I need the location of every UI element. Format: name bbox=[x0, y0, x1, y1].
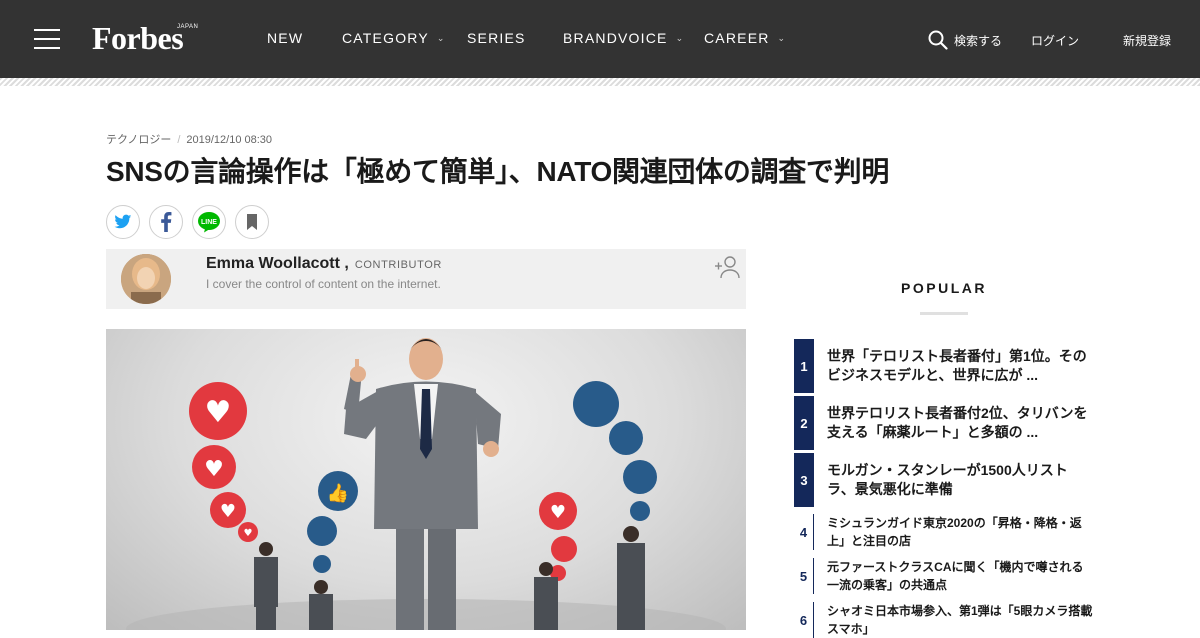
header-stripe-divider bbox=[0, 78, 1200, 86]
twitter-icon bbox=[114, 214, 132, 229]
popular-item-title: 元ファーストクラスCAに聞く「機内で噂される 一流の乗客」の共通点 bbox=[827, 560, 1084, 592]
popular-item-title: 世界テロリスト長者番付2位、タリバンを 支える「麻薬ルート」と多額の ... bbox=[827, 405, 1088, 440]
search-icon bbox=[928, 30, 948, 50]
svg-text:👍: 👍 bbox=[327, 482, 349, 504]
rank-number: 3 bbox=[794, 453, 814, 507]
nav-item-brandvoice[interactable]: BRANDVOICE ⌄ bbox=[563, 30, 684, 46]
author-name[interactable]: Emma Woollacott , CONTRIBUTOR bbox=[206, 255, 442, 273]
nav-label: BRANDVOICE bbox=[563, 30, 668, 46]
signup-link[interactable]: 新規登録 bbox=[1123, 32, 1171, 49]
popular-item-title: ミシュランガイド東京2020の「昇格・降格・返 上」と注目の店 bbox=[827, 516, 1082, 548]
like-icons-right bbox=[573, 381, 657, 521]
follow-author-button[interactable] bbox=[714, 255, 740, 284]
nav-item-category[interactable]: CATEGORY ⌄ bbox=[342, 30, 446, 46]
search-button[interactable]: 検索する bbox=[928, 30, 1002, 50]
hero-illustration: ♥ ♥ ♥ ♥ 👍 ♥ bbox=[126, 338, 726, 630]
svg-text:LINE: LINE bbox=[201, 219, 217, 226]
svg-text:♥: ♥ bbox=[550, 502, 566, 523]
nav-item-career[interactable]: CAREER ⌄ bbox=[704, 30, 786, 46]
author-name-text: Emma Woollacott , bbox=[206, 255, 349, 272]
like-icons-middle: 👍 bbox=[307, 471, 358, 573]
svg-text:♥: ♥ bbox=[244, 528, 253, 539]
author-role: CONTRIBUTOR bbox=[354, 259, 442, 271]
line-icon: LINE bbox=[198, 212, 220, 233]
chevron-down-icon: ⌄ bbox=[777, 33, 787, 43]
bookmark-button[interactable] bbox=[235, 205, 269, 239]
author-avatar[interactable] bbox=[121, 254, 171, 304]
nav-label: CATEGORY bbox=[342, 30, 429, 46]
businessman-figure bbox=[344, 338, 501, 630]
svg-text:♥: ♥ bbox=[205, 395, 232, 430]
popular-item-title: シャオミ日本市場参入、第1弾は「5眼カメラ搭載 スマホ」 bbox=[827, 604, 1093, 636]
share-twitter-button[interactable] bbox=[106, 205, 140, 239]
rank-number: 5 bbox=[794, 558, 814, 594]
article-meta: テクノロジー / 2019/12/10 08:30 bbox=[106, 131, 272, 147]
site-header: Forbes JAPAN NEW CATEGORY ⌄ SERIES BRANDV… bbox=[0, 0, 1200, 78]
chevron-down-icon: ⌄ bbox=[675, 33, 685, 43]
logo-subtext: JAPAN bbox=[177, 24, 199, 30]
svg-text:♥: ♥ bbox=[220, 501, 236, 522]
rank-number: 6 bbox=[794, 602, 814, 638]
rank-number: 4 bbox=[794, 514, 814, 550]
search-label: 検索する bbox=[954, 33, 1003, 48]
menu-hamburger-icon[interactable] bbox=[34, 29, 60, 49]
nav-item-new[interactable]: NEW bbox=[267, 30, 303, 46]
article-hero-image: ♥ ♥ ♥ ♥ 👍 ♥ bbox=[106, 329, 746, 630]
nav-label: CAREER bbox=[704, 30, 770, 46]
popular-heading-underline bbox=[920, 312, 968, 315]
share-facebook-button[interactable] bbox=[149, 205, 183, 239]
popular-heading: POPULAR bbox=[901, 280, 987, 296]
forbes-japan-logo[interactable]: Forbes JAPAN bbox=[92, 20, 198, 60]
meta-separator: / bbox=[177, 134, 181, 146]
heart-icons-left: ♥ ♥ ♥ ♥ bbox=[189, 382, 258, 542]
publish-date: 2019/12/10 08:30 bbox=[186, 134, 273, 146]
add-user-icon bbox=[715, 256, 740, 279]
facebook-icon bbox=[161, 212, 172, 232]
category-link[interactable]: テクノロジー bbox=[106, 134, 171, 146]
login-link[interactable]: ログイン bbox=[1031, 32, 1079, 49]
share-line-button[interactable]: LINE bbox=[192, 205, 226, 239]
rank-number: 1 bbox=[794, 339, 814, 393]
bookmark-icon bbox=[247, 214, 257, 230]
author-card: Emma Woollacott , CONTRIBUTOR I cover the… bbox=[106, 249, 746, 309]
svg-text:♥: ♥ bbox=[204, 457, 224, 482]
article-title: SNSの言論操作は「極めて簡単」、NATO関連団体の調査で判明 bbox=[106, 156, 890, 187]
rank-number: 2 bbox=[794, 396, 814, 450]
nav-label: SERIES bbox=[467, 30, 526, 46]
popular-item-title: 世界「テロリスト長者番付」第1位。その ビジネスモデルと、世界に広が ... bbox=[827, 348, 1087, 383]
nav-item-series[interactable]: SERIES bbox=[467, 30, 526, 46]
author-description: I cover the control of content on the in… bbox=[206, 277, 441, 291]
chevron-down-icon: ⌄ bbox=[436, 33, 446, 43]
logo-text: Forbes bbox=[92, 20, 184, 56]
nav-label: NEW bbox=[267, 30, 304, 46]
popular-item-title: モルガン・スタンレーが1500人リスト ラ、景気悪化に準備 bbox=[827, 462, 1068, 497]
